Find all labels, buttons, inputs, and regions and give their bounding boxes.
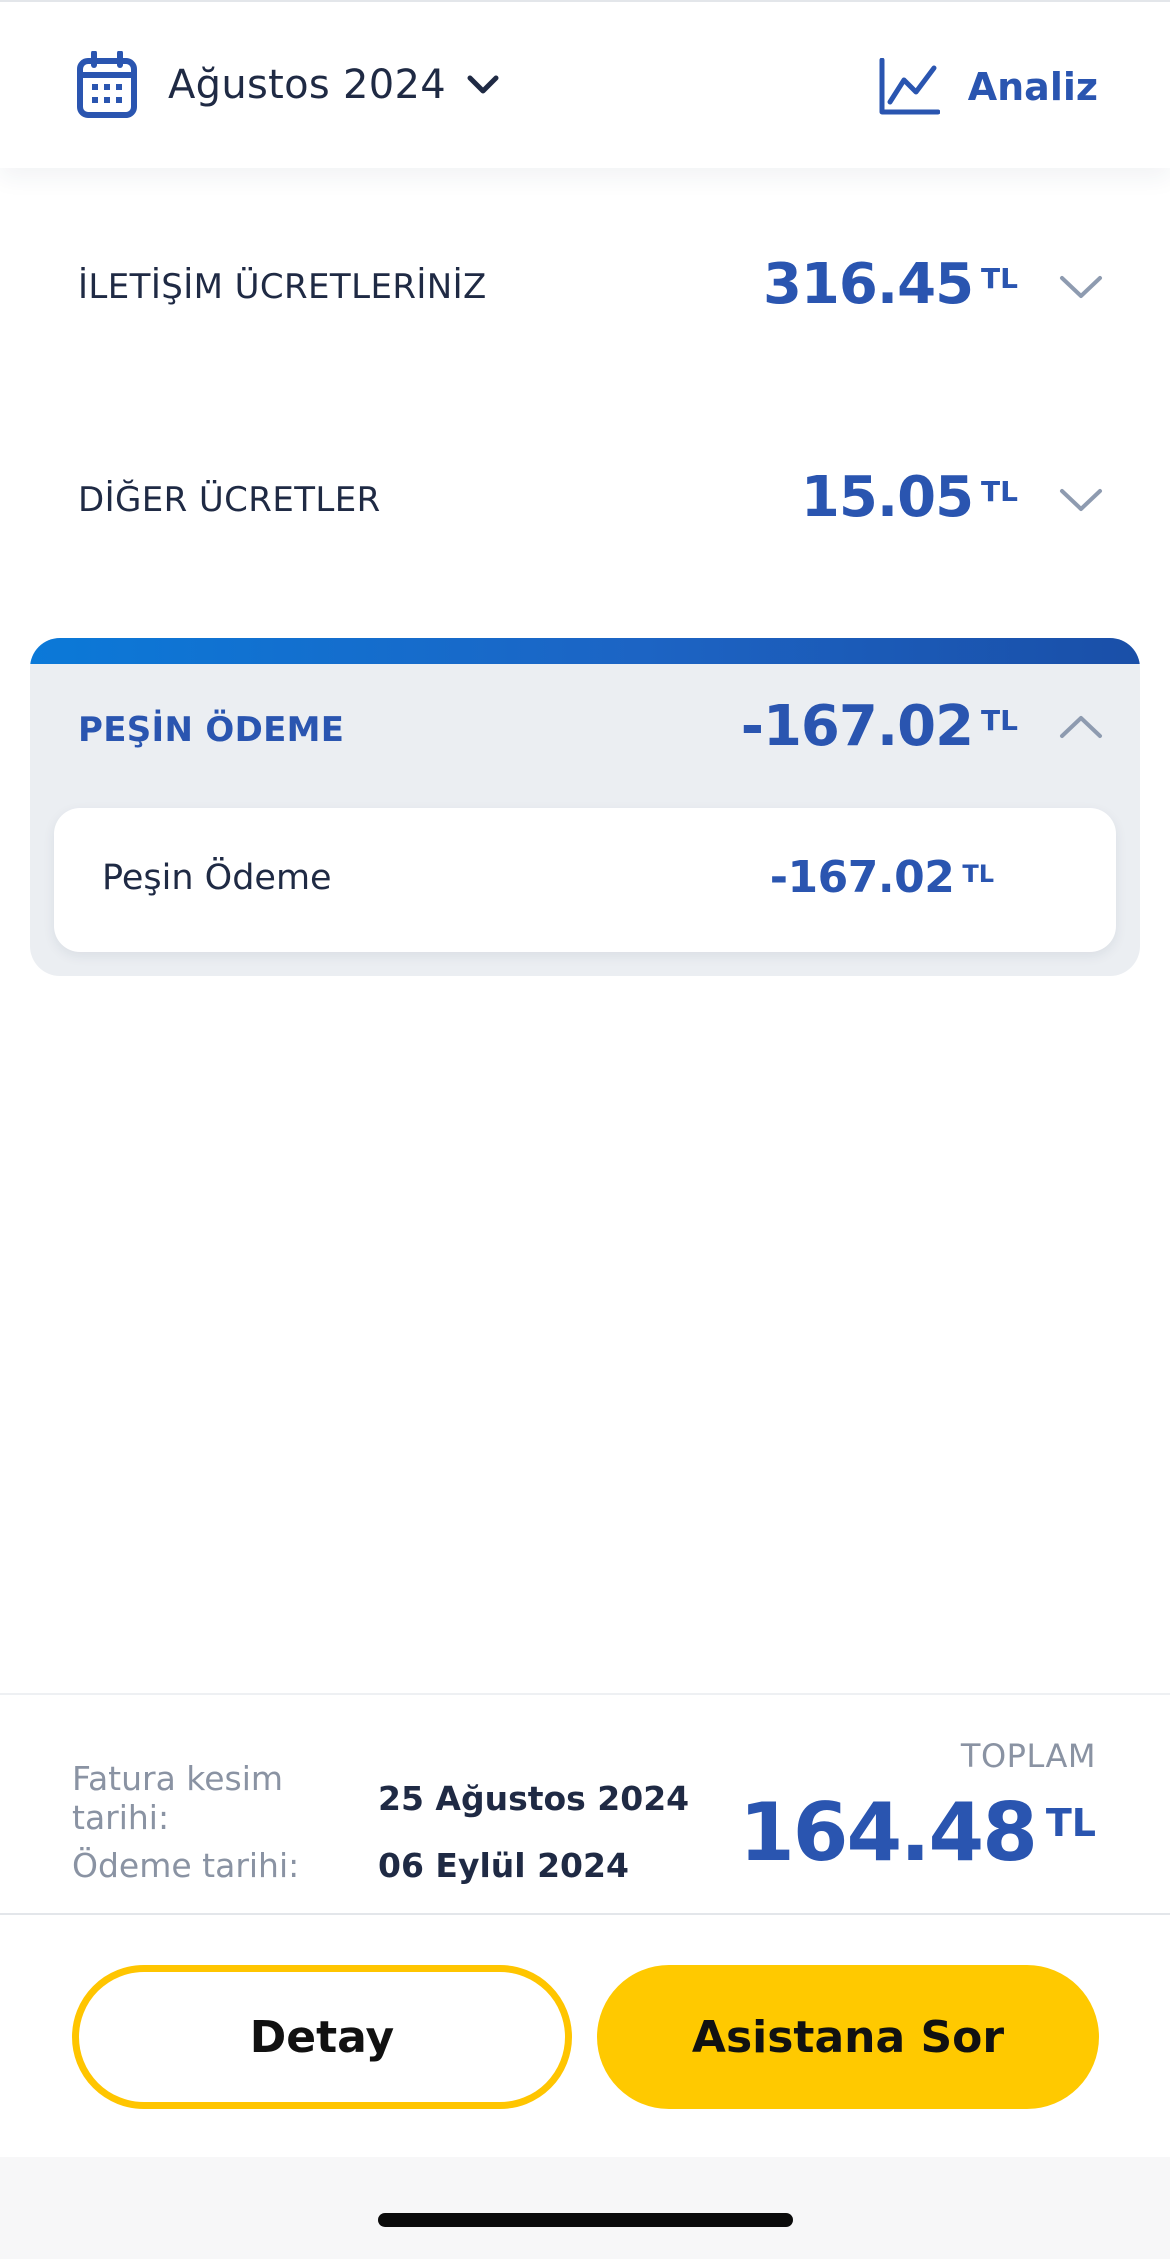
charge-amount: 316.45 TL	[763, 254, 1018, 316]
prepayment-section: PEŞİN ÖDEME -167.02 TL Peşin Ödeme -167.…	[30, 638, 1140, 976]
charge-label: İLETİŞİM ÜCRETLERİNİZ	[78, 267, 487, 307]
chevron-down-icon[interactable]	[1058, 485, 1104, 515]
amount-value: -167.02	[740, 694, 974, 759]
analysis-label: Analiz	[967, 65, 1098, 109]
currency-label: TL	[981, 475, 1018, 508]
section-accent-bar	[30, 638, 1140, 664]
detail-button[interactable]: Detay	[72, 1965, 572, 2109]
home-indicator[interactable]	[378, 2213, 793, 2227]
charge-row-other[interactable]: DİĞER ÜCRETLER 15.05 TL	[0, 445, 1170, 555]
due-date-value: 06 Eylül 2024	[378, 1845, 629, 1885]
prepayment-item: Peşin Ödeme -167.02 TL	[54, 808, 1116, 952]
top-header: Ağustos 2024 Analiz	[0, 0, 1170, 168]
invoice-date-label: Fatura kesim tarihi:	[72, 1759, 284, 1837]
line-chart-icon	[879, 58, 940, 115]
invoice-date-line: Fatura kesim tarihi: 25 Ağustos 2024	[72, 1759, 690, 1837]
prepayment-header[interactable]: PEŞİN ÖDEME -167.02 TL	[30, 664, 1140, 794]
invoice-date-value: 25 Ağustos 2024	[378, 1778, 690, 1818]
amount-value: 15.05	[800, 465, 974, 530]
prepayment-amount: -167.02 TL	[741, 696, 1018, 758]
amount-value: 316.45	[762, 252, 974, 317]
calendar-icon	[77, 51, 137, 118]
total-amount: 164.48 TL	[739, 1789, 1096, 1877]
chevron-down-icon[interactable]	[1058, 272, 1104, 302]
charge-label: DİĞER ÜCRETLER	[78, 480, 381, 520]
due-date-label: Ödeme tarihi:	[72, 1845, 300, 1885]
action-bar: Detay Asistana Sor	[0, 1917, 1170, 2157]
ask-assistant-button[interactable]: Asistana Sor	[597, 1965, 1099, 2109]
item-label: Peşin Ödeme	[102, 858, 332, 898]
invoice-summary: Fatura kesim tarihi: 25 Ağustos 2024 Öde…	[0, 1693, 1170, 1915]
currency-label: TL	[981, 704, 1018, 737]
chevron-down-icon	[467, 75, 499, 94]
amount-value: -167.02	[769, 852, 955, 903]
currency-label: TL	[962, 860, 994, 888]
invoice-detail-screen: Ağustos 2024 Analiz İLETİŞİM ÜCRETLERİNİ…	[0, 0, 1170, 2259]
currency-label: TL	[981, 262, 1018, 295]
charge-row-communication[interactable]: İLETİŞİM ÜCRETLERİNİZ 316.45 TL	[0, 232, 1170, 342]
total-value: 164.48	[739, 1786, 1038, 1879]
total-label: TOPLAM	[960, 1737, 1096, 1775]
currency-label: TL	[1045, 1801, 1096, 1845]
prepayment-label: PEŞİN ÖDEME	[78, 710, 345, 750]
month-selector[interactable]: Ağustos 2024	[76, 50, 500, 120]
month-label: Ağustos 2024	[168, 62, 447, 108]
item-amount: -167.02 TL	[769, 852, 994, 903]
due-date-line: Ödeme tarihi: 06 Eylül 2024	[72, 1843, 629, 1887]
chevron-up-icon[interactable]	[1058, 712, 1104, 742]
analysis-button[interactable]: Analiz	[878, 56, 1098, 118]
charge-amount: 15.05 TL	[801, 467, 1018, 529]
home-indicator-area	[0, 2157, 1170, 2259]
